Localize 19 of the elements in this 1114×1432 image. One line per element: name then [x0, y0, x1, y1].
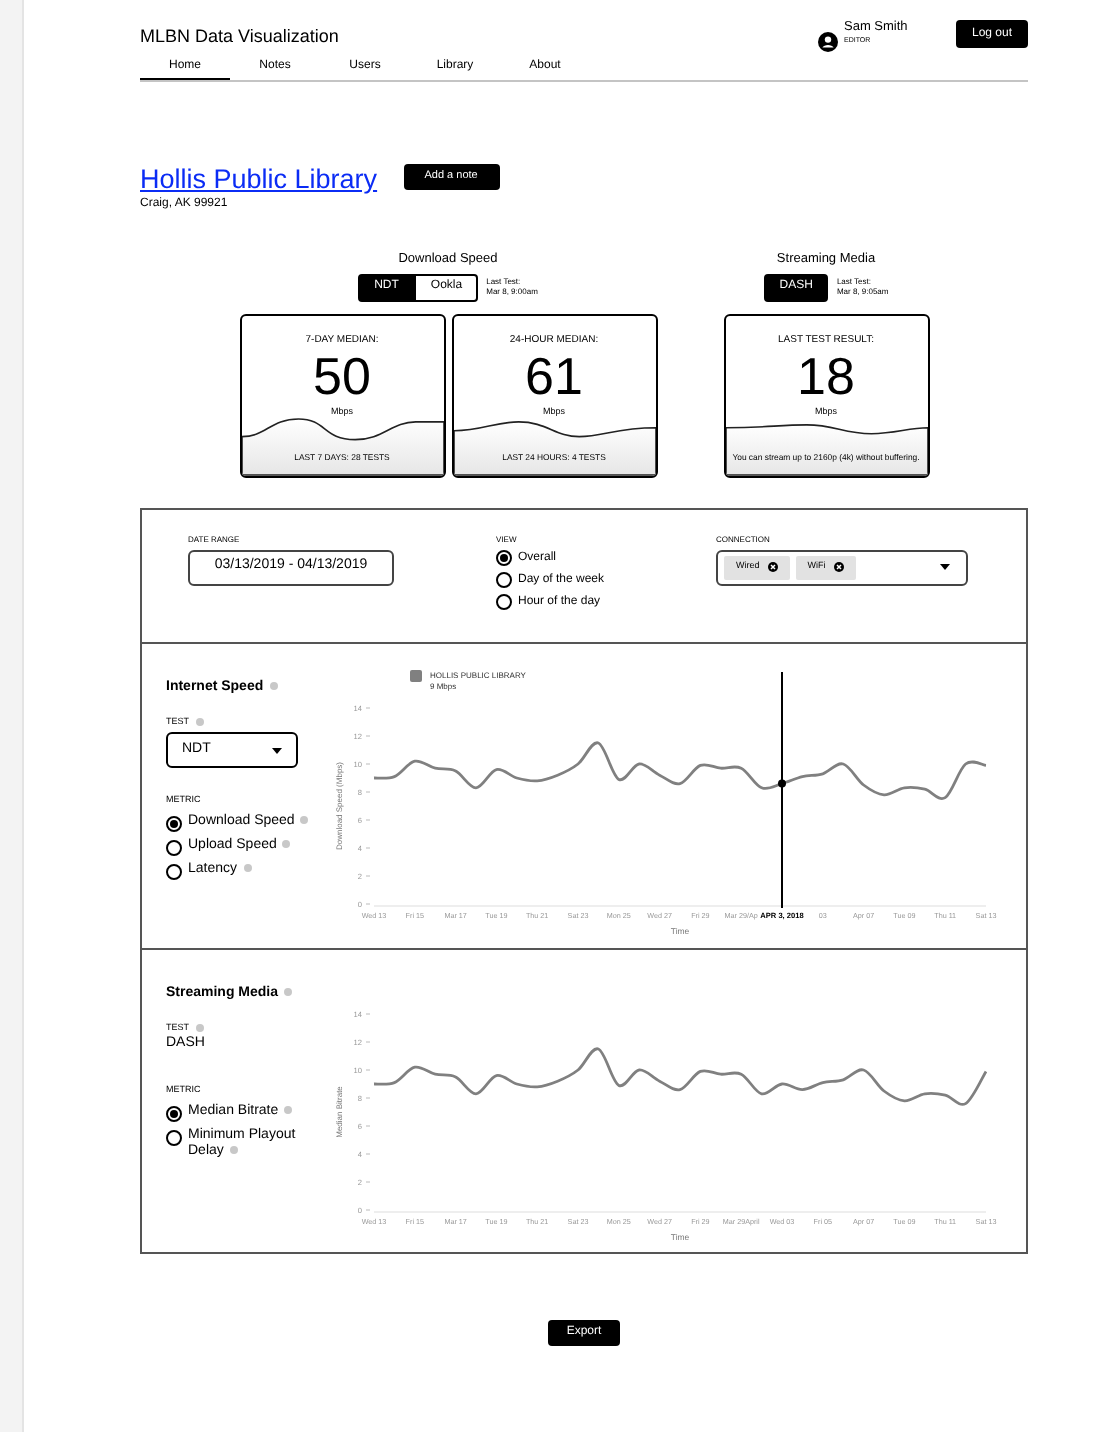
library-link[interactable]: Hollis Public Library — [140, 164, 378, 194]
card-value: 50 — [313, 349, 371, 401]
radio-button[interactable] — [166, 1105, 182, 1121]
legend-swatch — [410, 669, 422, 681]
radio-button[interactable] — [166, 815, 182, 831]
card-value: 61 — [525, 349, 583, 401]
radio-button[interactable] — [166, 1129, 182, 1145]
radio-button[interactable] — [166, 839, 182, 855]
caret-icon — [272, 747, 282, 753]
card-value: 18 — [797, 349, 855, 401]
radio-button[interactable] — [496, 571, 512, 587]
radio-button[interactable] — [166, 863, 182, 879]
radio-button[interactable] — [496, 593, 512, 609]
close-icon[interactable] — [767, 562, 778, 572]
caret-icon — [940, 564, 950, 570]
app-title: MLBN Data Visualization — [140, 24, 341, 50]
close-icon[interactable] — [833, 562, 844, 572]
radio-button[interactable] — [496, 549, 512, 565]
user-icon — [818, 32, 838, 52]
